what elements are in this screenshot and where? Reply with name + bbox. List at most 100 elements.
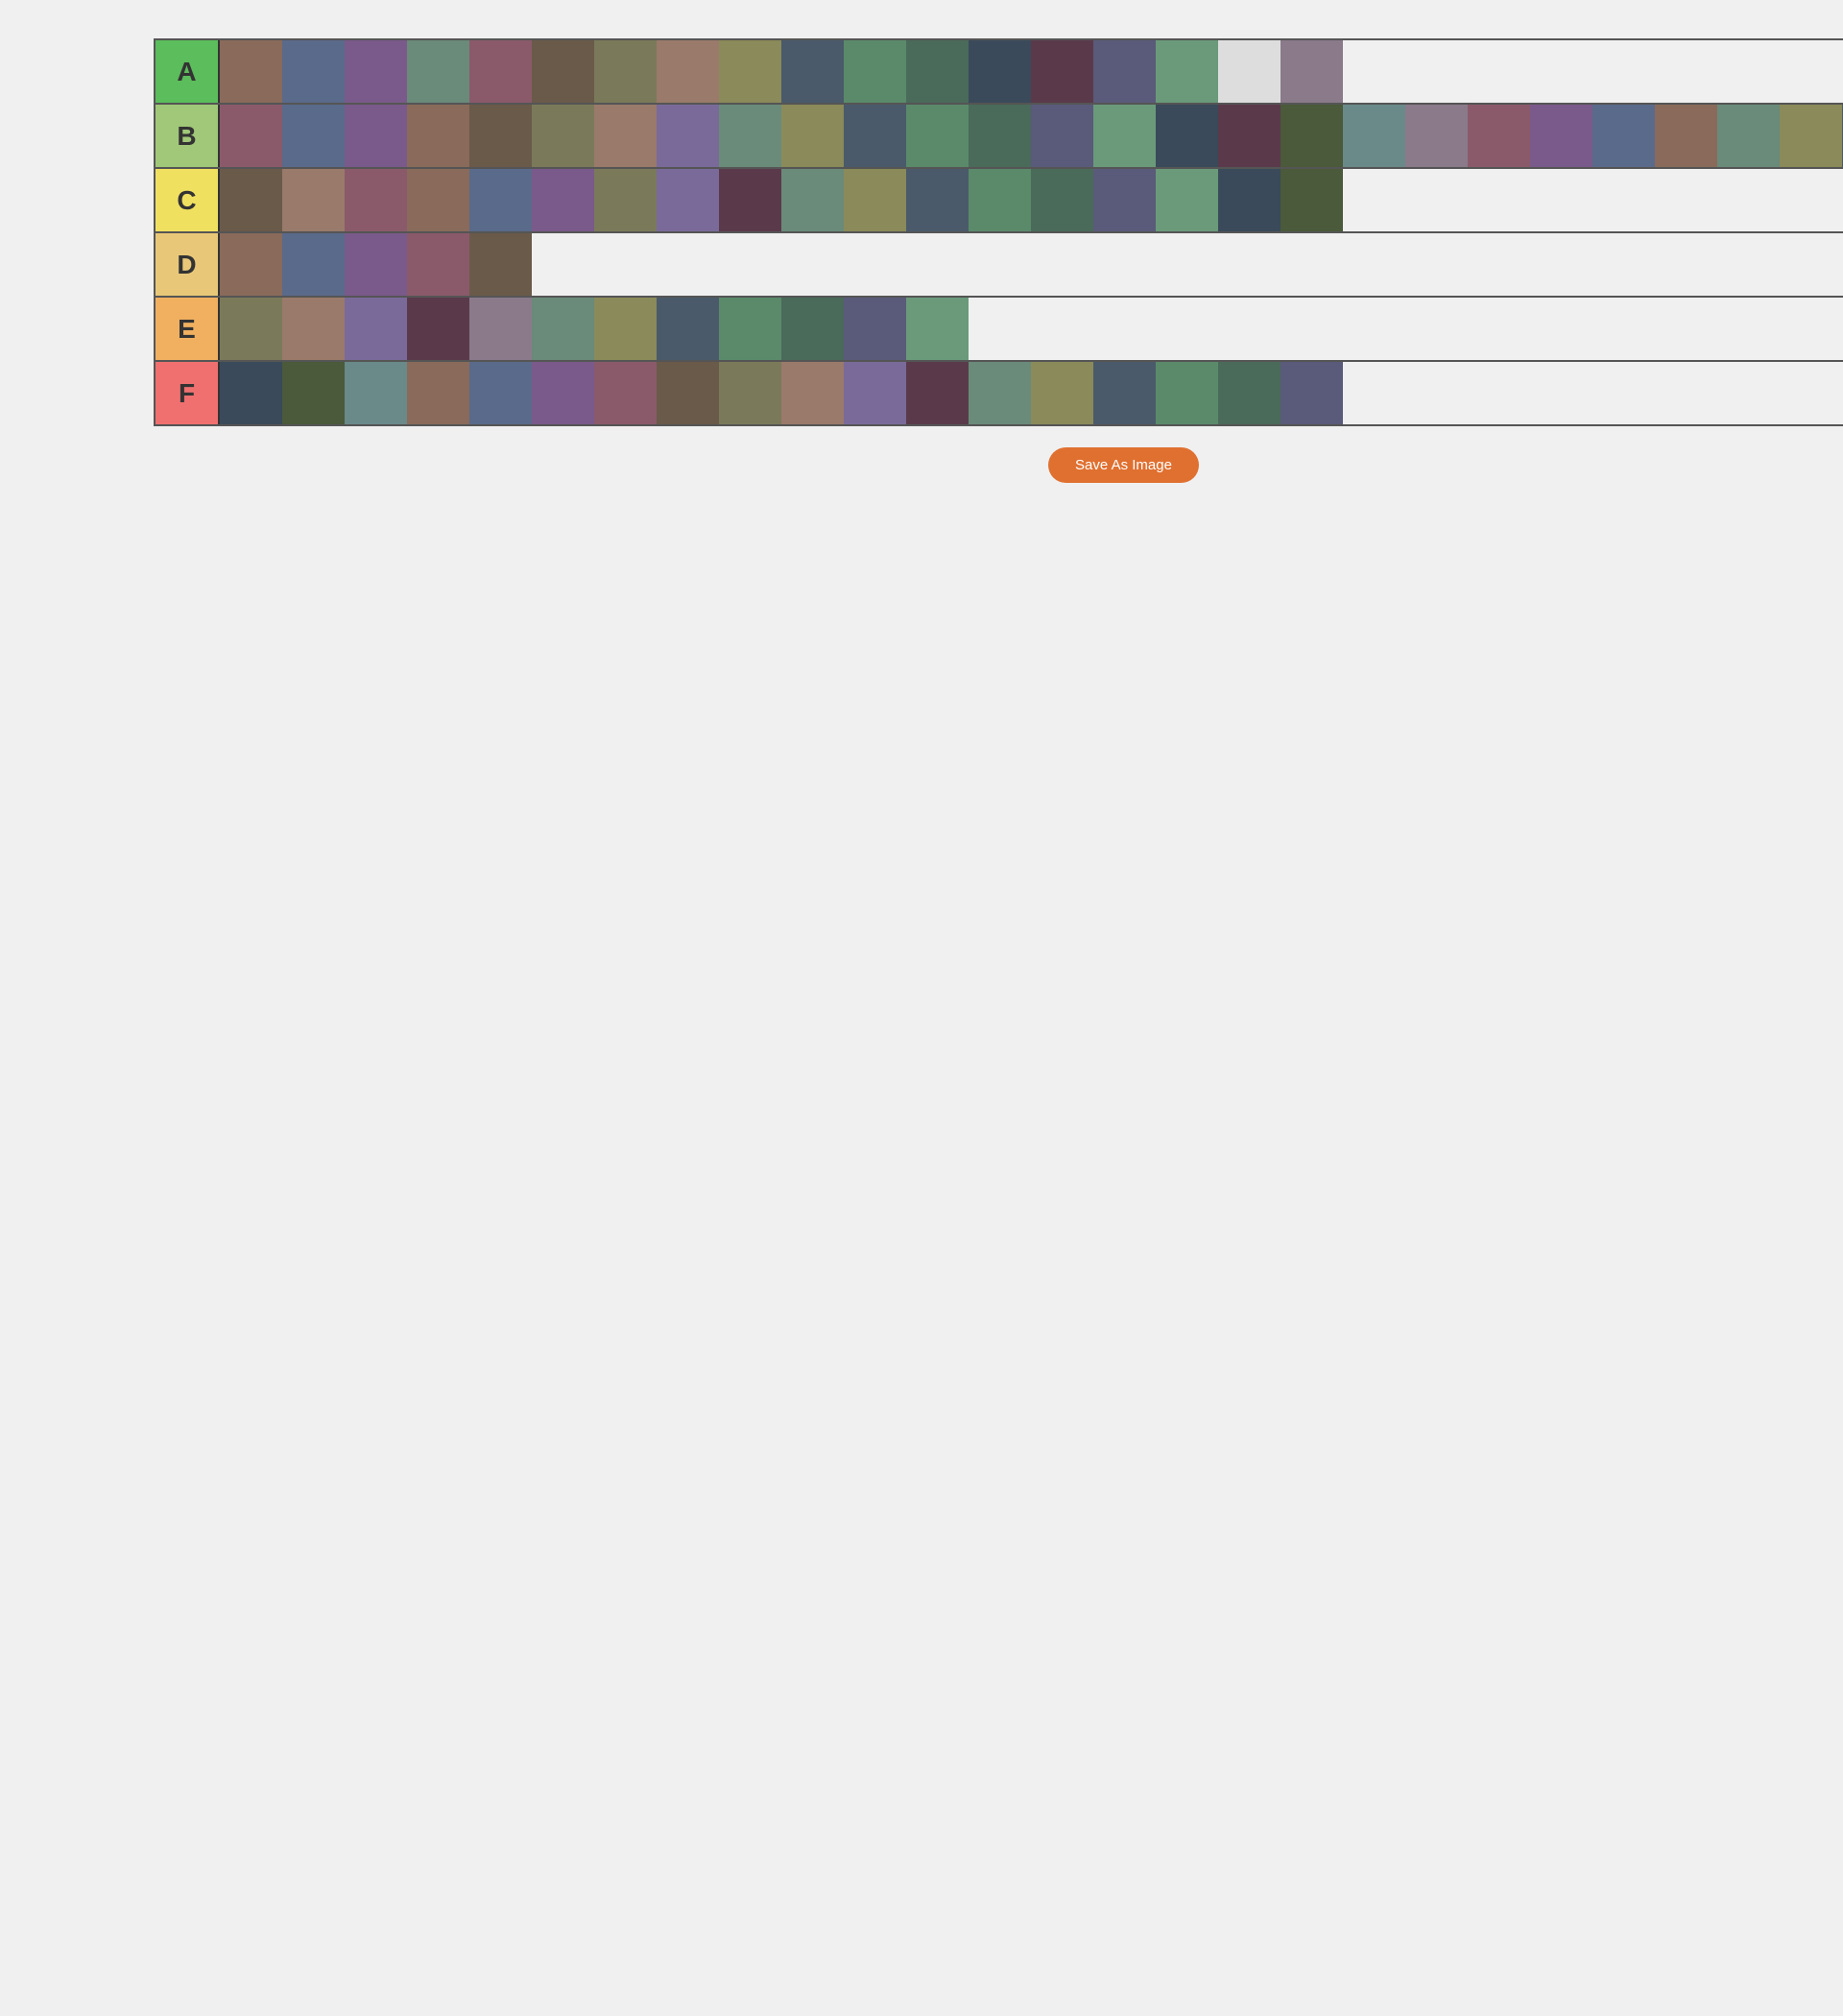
- char-img[interactable]: [1218, 40, 1281, 103]
- char-img[interactable]: [220, 362, 282, 424]
- char-img[interactable]: [220, 169, 282, 231]
- char-img[interactable]: [1218, 362, 1281, 424]
- char-img[interactable]: [407, 298, 469, 360]
- char-img[interactable]: [1405, 105, 1468, 167]
- char-img[interactable]: [969, 362, 1031, 424]
- char-img[interactable]: [594, 362, 657, 424]
- char-img[interactable]: [719, 169, 781, 231]
- char-img[interactable]: [1218, 105, 1281, 167]
- char-img[interactable]: [906, 362, 969, 424]
- char-img[interactable]: [282, 105, 345, 167]
- char-img[interactable]: [1031, 105, 1093, 167]
- char-img[interactable]: [345, 298, 407, 360]
- char-img[interactable]: [407, 105, 469, 167]
- char-img[interactable]: [594, 105, 657, 167]
- char-img[interactable]: [532, 298, 594, 360]
- char-img[interactable]: [657, 169, 719, 231]
- char-img[interactable]: [220, 298, 282, 360]
- char-img[interactable]: [282, 169, 345, 231]
- char-img[interactable]: [469, 233, 532, 296]
- char-img[interactable]: [1218, 169, 1281, 231]
- char-img[interactable]: [1031, 362, 1093, 424]
- char-img[interactable]: [1093, 362, 1156, 424]
- char-img[interactable]: [1468, 105, 1530, 167]
- char-img[interactable]: [407, 362, 469, 424]
- char-img[interactable]: [469, 40, 532, 103]
- char-img[interactable]: [407, 233, 469, 296]
- char-img[interactable]: [844, 169, 906, 231]
- char-img[interactable]: [719, 362, 781, 424]
- char-img[interactable]: [532, 40, 594, 103]
- char-img[interactable]: [1156, 169, 1218, 231]
- char-img[interactable]: [781, 362, 844, 424]
- char-img[interactable]: [906, 40, 969, 103]
- char-img[interactable]: [1717, 105, 1780, 167]
- char-img[interactable]: [594, 298, 657, 360]
- char-img[interactable]: [1655, 105, 1717, 167]
- char-img[interactable]: [657, 362, 719, 424]
- char-img[interactable]: [345, 169, 407, 231]
- char-img[interactable]: [282, 233, 345, 296]
- tier-images-c: [218, 169, 1843, 231]
- char-img[interactable]: [469, 298, 532, 360]
- char-img[interactable]: [844, 298, 906, 360]
- char-img[interactable]: [532, 169, 594, 231]
- char-img[interactable]: [1281, 169, 1343, 231]
- char-img[interactable]: [345, 40, 407, 103]
- char-img[interactable]: [969, 169, 1031, 231]
- char-img[interactable]: [1156, 105, 1218, 167]
- char-img[interactable]: [719, 298, 781, 360]
- char-img[interactable]: [844, 40, 906, 103]
- char-img[interactable]: [469, 105, 532, 167]
- char-img[interactable]: [1156, 362, 1218, 424]
- char-img[interactable]: [1031, 40, 1093, 103]
- char-img[interactable]: [469, 169, 532, 231]
- char-img[interactable]: [1530, 105, 1592, 167]
- char-img[interactable]: [657, 105, 719, 167]
- char-img[interactable]: [719, 105, 781, 167]
- char-img[interactable]: [1093, 105, 1156, 167]
- char-img[interactable]: [220, 105, 282, 167]
- save-image-button[interactable]: Save As Image: [1048, 447, 1199, 483]
- char-img[interactable]: [781, 105, 844, 167]
- char-img[interactable]: [844, 105, 906, 167]
- tier-images-b: [218, 105, 1843, 167]
- char-img[interactable]: [220, 233, 282, 296]
- char-img[interactable]: [407, 40, 469, 103]
- char-img[interactable]: [345, 105, 407, 167]
- char-img[interactable]: [1780, 105, 1842, 167]
- char-img[interactable]: [719, 40, 781, 103]
- char-img[interactable]: [1281, 105, 1343, 167]
- char-img[interactable]: [1281, 40, 1343, 103]
- char-img[interactable]: [969, 40, 1031, 103]
- char-img[interactable]: [906, 298, 969, 360]
- char-img[interactable]: [220, 40, 282, 103]
- char-img[interactable]: [1281, 362, 1343, 424]
- char-img[interactable]: [532, 105, 594, 167]
- char-img[interactable]: [1343, 105, 1405, 167]
- char-img[interactable]: [594, 169, 657, 231]
- char-img[interactable]: [345, 362, 407, 424]
- char-img[interactable]: [657, 40, 719, 103]
- char-img[interactable]: [1156, 40, 1218, 103]
- char-img[interactable]: [282, 40, 345, 103]
- char-img[interactable]: [1031, 169, 1093, 231]
- char-img[interactable]: [657, 298, 719, 360]
- char-img[interactable]: [1093, 169, 1156, 231]
- char-img[interactable]: [532, 362, 594, 424]
- char-img[interactable]: [594, 40, 657, 103]
- char-img[interactable]: [1592, 105, 1655, 167]
- char-img[interactable]: [906, 169, 969, 231]
- char-img[interactable]: [469, 362, 532, 424]
- char-img[interactable]: [781, 298, 844, 360]
- char-img[interactable]: [345, 233, 407, 296]
- char-img[interactable]: [282, 362, 345, 424]
- char-img[interactable]: [407, 169, 469, 231]
- char-img[interactable]: [906, 105, 969, 167]
- char-img[interactable]: [969, 105, 1031, 167]
- char-img[interactable]: [844, 362, 906, 424]
- char-img[interactable]: [781, 40, 844, 103]
- char-img[interactable]: [1093, 40, 1156, 103]
- char-img[interactable]: [282, 298, 345, 360]
- char-img[interactable]: [781, 169, 844, 231]
